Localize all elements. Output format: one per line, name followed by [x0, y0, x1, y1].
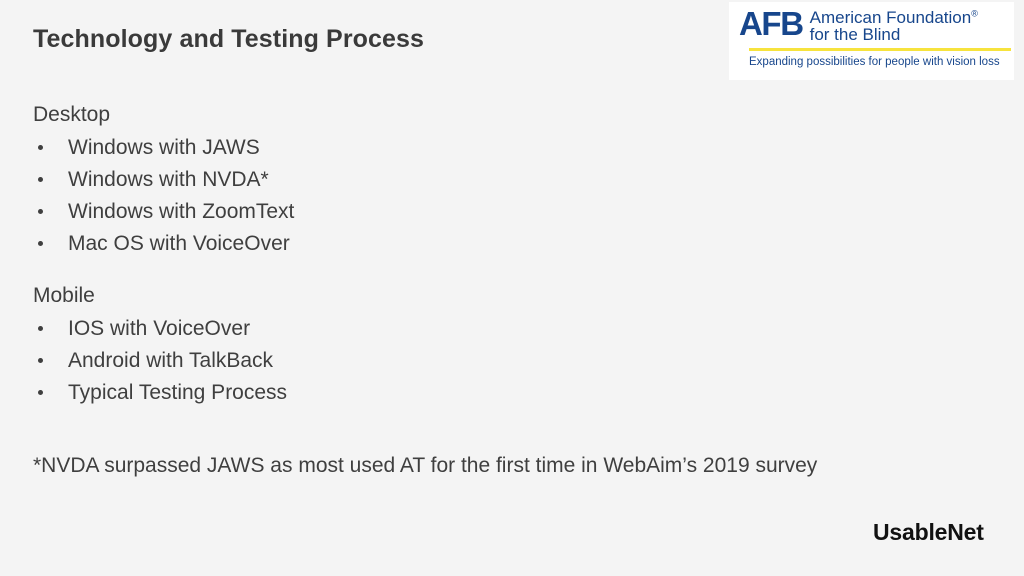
section-mobile: Mobile IOS with VoiceOver Android with T… [33, 285, 933, 403]
bullet-list-mobile: IOS with VoiceOver Android with TalkBack… [33, 318, 933, 403]
bullet-icon [38, 390, 43, 395]
afb-tagline: Expanding possibilities for people with … [749, 56, 1000, 69]
registered-trademark-icon: ® [971, 8, 978, 19]
bullet-list-desktop: Windows with JAWS Windows with NVDA* Win… [33, 137, 933, 254]
list-item-label: Android with TalkBack [68, 349, 274, 372]
bullet-icon [38, 209, 43, 214]
list-item: Mac OS with VoiceOver [33, 233, 933, 254]
list-item: Windows with JAWS [33, 137, 933, 158]
bullet-icon [38, 241, 43, 246]
afb-logo-top: AFB American Foundation® for the Blind [739, 5, 1010, 44]
section-heading-mobile: Mobile [33, 284, 95, 307]
afb-logo: AFB American Foundation® for the Blind E… [729, 2, 1014, 80]
bullet-icon [38, 358, 43, 363]
slide: Technology and Testing Process AFB Ameri… [0, 0, 1024, 576]
bullet-icon [38, 177, 43, 182]
slide-content: Desktop Windows with JAWS Windows with N… [33, 104, 933, 414]
afb-yellow-divider [749, 48, 1011, 52]
list-item: Android with TalkBack [33, 350, 933, 371]
list-item-label: Windows with JAWS [68, 136, 260, 159]
afb-name-line-1-text: American Foundation [809, 8, 972, 27]
section-desktop: Desktop Windows with JAWS Windows with N… [33, 104, 933, 254]
section-heading-desktop: Desktop [33, 103, 111, 126]
afb-name-line-1: American Foundation® [810, 9, 978, 26]
afb-name-line-2: for the Blind [809, 25, 901, 45]
afb-wordmark-icon: AFB [739, 5, 804, 42]
bullet-icon [38, 326, 43, 331]
usablenet-logo: UsableNet [873, 519, 984, 545]
list-item: Typical Testing Process [33, 382, 933, 403]
afb-logo-name: American Foundation® for the Blind [810, 8, 978, 44]
list-item-label: IOS with VoiceOver [68, 317, 251, 340]
bullet-icon [38, 145, 43, 150]
list-item: Windows with NVDA* [33, 169, 933, 190]
list-item: IOS with VoiceOver [33, 318, 933, 339]
list-item-label: Windows with NVDA* [68, 168, 269, 191]
list-item-label: Mac OS with VoiceOver [68, 232, 290, 255]
footnote: *NVDA surpassed JAWS as most used AT for… [33, 454, 818, 477]
list-item-label: Windows with ZoomText [68, 200, 295, 223]
list-item: Windows with ZoomText [33, 201, 933, 222]
list-item-label: Typical Testing Process [68, 381, 288, 404]
page-title: Technology and Testing Process [33, 25, 425, 53]
